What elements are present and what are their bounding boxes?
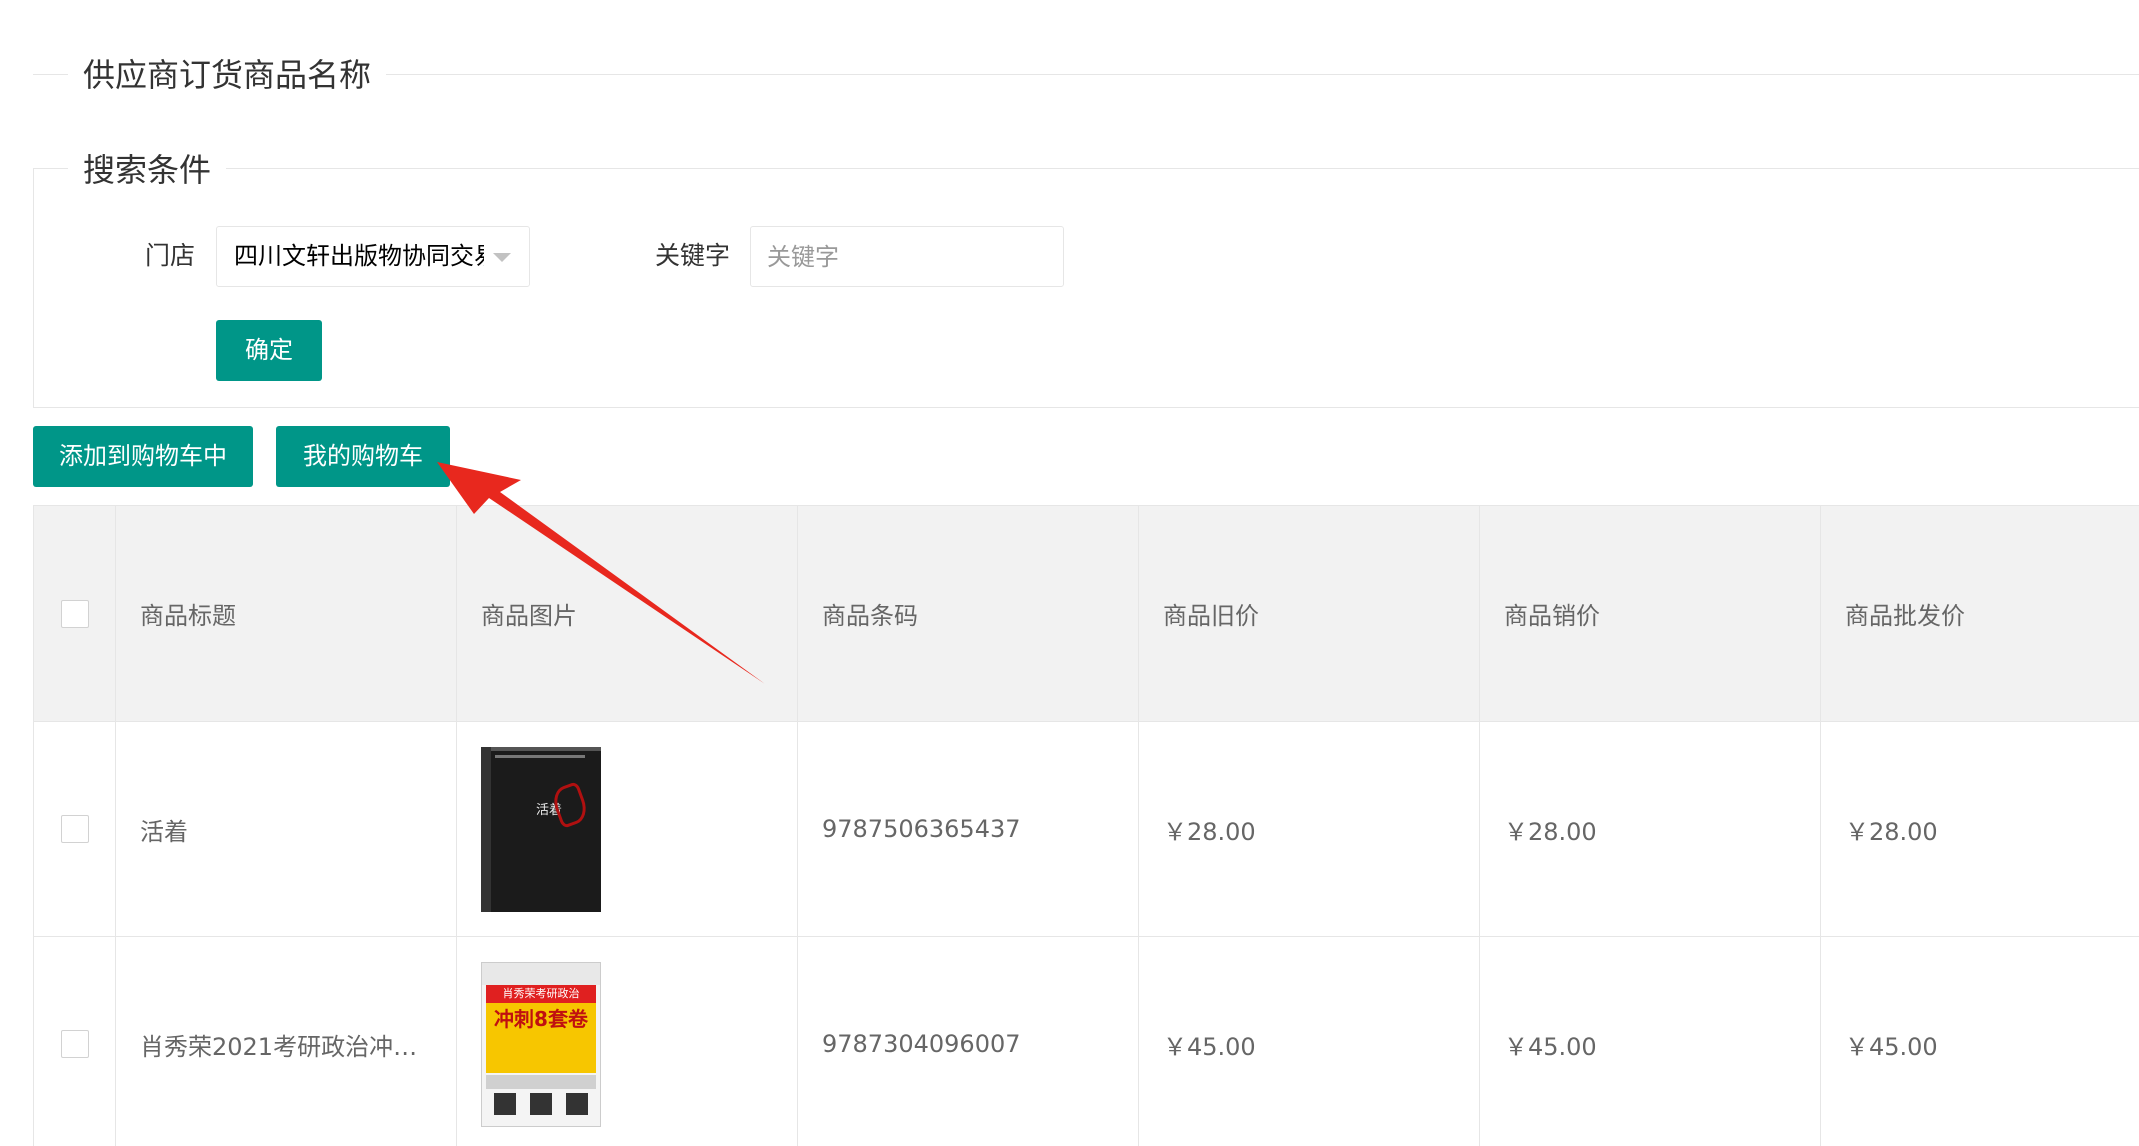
page-title: 供应商订货商品名称	[68, 55, 387, 95]
header-wholesale-price[interactable]: 商品批发价	[1821, 506, 2139, 721]
qr-code-icon	[566, 1092, 588, 1115]
product-wholesale-price: ￥28.00	[1821, 722, 2139, 936]
header-sale-price[interactable]: 商品销价	[1480, 506, 1821, 721]
header-image[interactable]: 商品图片	[457, 506, 798, 721]
product-sale-price: ￥28.00	[1480, 722, 1821, 936]
table-row: 活着 活着 9787506365437 ￥28.00 ￥28.00 ￥28.00	[34, 722, 2139, 937]
book-cover-art	[549, 780, 591, 829]
keyword-label: 关键字	[655, 241, 731, 270]
search-section-title: 搜索条件	[68, 150, 227, 190]
product-image-cell: 活着	[457, 722, 798, 936]
row-checkbox[interactable]	[60, 815, 89, 843]
table-row: 肖秀荣2021考研政治冲刺... 肖秀荣考研政治 冲刺8套卷 978730409…	[34, 937, 2139, 1146]
book-cover-subtitle: 冲刺8套卷	[486, 1002, 596, 1073]
store-label: 门店	[145, 241, 196, 270]
header-select-cell	[34, 506, 116, 721]
row-checkbox[interactable]	[60, 1030, 89, 1058]
header-barcode[interactable]: 商品条码	[798, 506, 1139, 721]
book-header-strip	[482, 962, 600, 985]
search-panel	[33, 168, 2139, 408]
product-image[interactable]: 肖秀荣考研政治 冲刺8套卷	[481, 961, 601, 1127]
book-cover-band	[486, 1074, 596, 1089]
product-image-cell: 肖秀荣考研政治 冲刺8套卷	[457, 937, 798, 1146]
select-all-checkbox[interactable]	[60, 599, 89, 628]
row-select-cell	[34, 722, 116, 936]
store-select-value: 四川文轩出版物协同交易	[234, 242, 484, 270]
product-sale-price: ￥45.00	[1480, 937, 1821, 1146]
book-header-strip	[495, 754, 585, 758]
add-to-cart-button[interactable]: 添加到购物车中	[33, 426, 253, 487]
my-cart-button[interactable]: 我的购物车	[276, 426, 450, 487]
product-old-price: ￥28.00	[1139, 722, 1480, 936]
chevron-down-icon	[493, 253, 511, 262]
row-select-cell	[34, 937, 116, 1146]
product-title: 肖秀荣2021考研政治冲刺...	[140, 1032, 435, 1061]
product-wholesale-price: ￥45.00	[1821, 937, 2139, 1146]
table-header-row: 商品标题 商品图片 商品条码 商品旧价 商品销价 商品批发价	[34, 506, 2139, 722]
header-title[interactable]: 商品标题	[116, 506, 457, 721]
qr-code-icon	[494, 1092, 516, 1115]
book-spine	[481, 746, 491, 912]
book-cover-title: 肖秀荣考研政治	[486, 984, 596, 1003]
confirm-button[interactable]: 确定	[216, 320, 322, 381]
product-old-price: ￥45.00	[1139, 937, 1480, 1146]
page: 供应商订货商品名称 搜索条件 门店 四川文轩出版物协同交易 关键字 确定 添加到…	[0, 0, 2139, 1146]
product-image[interactable]: 活着	[481, 746, 601, 912]
product-table: 商品标题 商品图片 商品条码 商品旧价 商品销价 商品批发价 活着 活着 978…	[33, 505, 2139, 1146]
keyword-input[interactable]	[750, 226, 1064, 287]
product-barcode: 9787304096007	[798, 937, 1139, 1146]
product-title-cell: 肖秀荣2021考研政治冲刺...	[116, 937, 457, 1146]
product-title: 活着	[116, 722, 457, 936]
header-old-price[interactable]: 商品旧价	[1139, 506, 1480, 721]
qr-code-icon	[530, 1092, 552, 1115]
store-select[interactable]: 四川文轩出版物协同交易	[216, 226, 530, 287]
product-barcode: 9787506365437	[798, 722, 1139, 936]
